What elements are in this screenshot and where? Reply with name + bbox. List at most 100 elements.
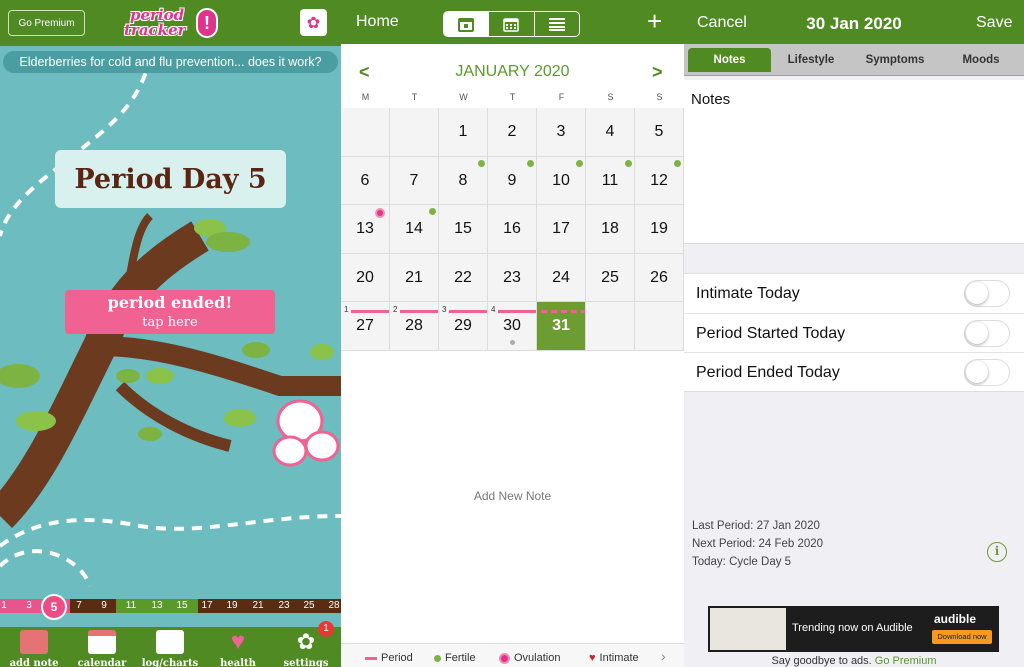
calendar-day[interactable]: 22 [439,253,488,303]
period-started-row: Period Started Today [684,314,1024,354]
top-bar: Home + [341,0,684,44]
toggle-list: Intimate Today Period Started Today Peri… [684,273,1024,392]
calendar-day[interactable]: 11 [586,156,635,206]
fertile-dot-icon [434,654,441,662]
calendar-day[interactable]: 16 [488,205,537,254]
cycle-day-number: 15 [176,600,188,611]
ad-download-button[interactable]: Download now [932,630,992,644]
calendar-day[interactable]: 1 [439,108,488,157]
calendar-empty-cell [635,302,684,351]
nav-add-note[interactable]: add note [0,627,68,667]
calendar-day[interactable]: 10 [537,156,586,206]
calendar-day[interactable]: 5 [635,108,684,157]
calendar-day[interactable]: 13 [341,205,390,254]
news-banner[interactable]: Elderberries for cold and flu prevention… [3,51,338,73]
calendar-day[interactable]: 14 [390,205,439,254]
weekday-label: M [361,92,370,102]
calendar-day[interactable]: 4 [586,108,635,157]
calendar-day[interactable]: 25 [586,253,635,303]
add-button[interactable]: + [647,6,662,37]
day-number: 27 [356,317,374,335]
calendar-day[interactable]: 6 [341,156,390,206]
calendar-day[interactable]: 24 [537,253,586,303]
day-number: 25 [601,268,619,286]
period-ended-button[interactable]: period ended! tap here [65,290,275,334]
period-started-toggle[interactable] [964,319,1010,347]
calendar-day[interactable]: 21 [390,253,439,303]
calendar-icon [88,630,116,654]
add-new-note-button[interactable]: Add New Note [341,489,684,503]
calendar-month-icon [503,18,520,32]
info-icon[interactable]: i [987,542,1007,562]
legend-period: Period [365,652,413,664]
go-premium-link[interactable]: Go Premium [875,655,937,667]
cycle-day-number: 13 [151,600,163,611]
month-view-tab[interactable] [489,12,535,36]
calendar-day[interactable]: 12 [635,156,684,206]
go-premium-button[interactable]: Go Premium [8,10,85,36]
intimate-today-label: Intimate Today [696,285,800,302]
fertile-dot-icon [527,159,534,167]
tab-symptoms[interactable]: Symptoms [851,48,939,72]
calendar-day[interactable]: 29 3 [439,302,488,351]
day-number: 16 [503,220,521,238]
period-bar [541,310,585,314]
chevron-right-icon[interactable]: › [661,648,666,664]
day-number: 1 [458,123,468,140]
calendar-day[interactable]: 3 [537,108,586,157]
calendar-day[interactable]: 23 [488,253,537,303]
calendar-day[interactable]: 27 1 [341,302,390,351]
calendar-day[interactable]: 31 [537,302,586,351]
calendar-day[interactable]: 20 [341,253,390,303]
ad-banner[interactable]: Trending now on Audible audible Download… [708,606,999,652]
weekday-label: S [607,92,614,102]
calendar-day[interactable]: 30 4 [488,302,537,351]
nav-health[interactable]: ♥ health [204,627,272,667]
home-button[interactable]: Home [356,13,399,31]
tab-moods[interactable]: Moods [941,48,1021,72]
calendar-day[interactable]: 26 [635,253,684,303]
flower-icon [499,652,510,664]
save-button[interactable]: Save [976,14,1012,32]
day-view-tab[interactable] [444,12,490,36]
cycle-day-number: 7 [76,600,82,611]
day-number: 21 [405,268,423,286]
day-number: 17 [552,220,570,238]
legend-ovulation: Ovulation [499,652,560,664]
month-title: JANUARY 2020 [455,63,570,80]
period-bar [351,310,389,314]
calendar-day[interactable]: 7 [390,156,439,206]
cycle-day-number: 1 [1,600,7,611]
next-period-text: Next Period: 24 Feb 2020 [692,538,824,550]
period-day-label: Period Day 5 [55,150,286,208]
calendar-day[interactable]: 8 [439,156,488,206]
month-navigation: < JANUARY 2020 > [341,60,684,84]
calendar-day[interactable]: 28 2 [390,302,439,351]
list-view-tab[interactable] [535,12,579,36]
cycle-day-number: 17 [201,600,213,611]
view-switcher [443,11,580,37]
cycle-day-number: 21 [252,600,264,611]
calendar-day[interactable]: 18 [586,205,635,254]
day-number: 15 [454,220,472,238]
notes-textarea[interactable]: Notes [684,80,1024,244]
fertile-dot-icon [478,159,485,167]
nav-log-charts[interactable]: log/charts [136,627,204,667]
calendar-day[interactable]: 9 [488,156,537,206]
weekday-label: S [656,92,663,102]
period-ended-toggle[interactable] [964,359,1010,387]
note-indicator-dot [510,340,515,346]
calendar-grid: 1 2 3 4 5 6 7 8 9 10 11 12 13 14 15 16 17 18 19 20 21 22 23 24 2… [341,108,684,351]
nav-calendar[interactable]: calendar [68,627,136,667]
weekday-label: W [459,92,468,102]
calendar-day[interactable]: 2 [488,108,537,157]
theme-flower-icon[interactable]: ✿ [300,9,327,36]
calendar-day[interactable]: 19 [635,205,684,254]
calendar-day[interactable]: 17 [537,205,586,254]
cycle-day-number: 25 [303,600,315,611]
tab-lifestyle[interactable]: Lifestyle [773,48,849,72]
intimate-today-toggle[interactable] [964,280,1010,307]
next-month-button[interactable]: > [652,62,663,83]
calendar-day[interactable]: 15 [439,205,488,254]
tab-notes[interactable]: Notes [688,48,771,72]
